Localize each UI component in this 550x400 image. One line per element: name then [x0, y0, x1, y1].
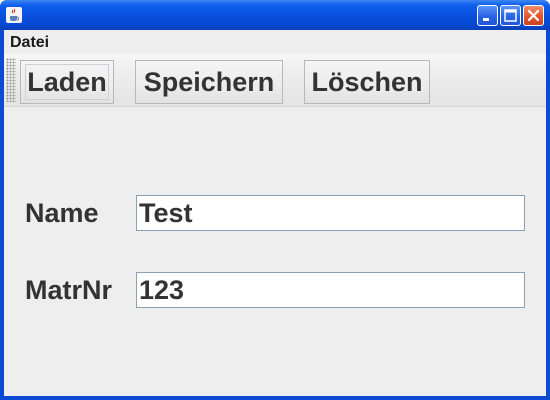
name-label: Name [25, 198, 99, 228]
app-window: Datei Laden Speichern Löschen Name MatrN… [0, 0, 550, 400]
minimize-button[interactable] [477, 5, 498, 26]
loeschen-button[interactable]: Löschen [304, 60, 430, 104]
title-bar[interactable] [0, 0, 550, 30]
speichern-button-label: Speichern [143, 67, 275, 97]
maximize-button[interactable] [500, 5, 521, 26]
laden-button[interactable]: Laden [20, 60, 114, 104]
toolbar: Laden Speichern Löschen [4, 54, 546, 107]
matrnr-field[interactable] [136, 272, 525, 308]
menu-bar: Datei [4, 30, 546, 54]
java-cup-icon[interactable] [6, 7, 22, 23]
toolbar-drag-handle[interactable] [6, 58, 16, 102]
close-icon [527, 9, 540, 22]
speichern-button[interactable]: Speichern [135, 60, 283, 104]
menu-datei[interactable]: Datei [7, 33, 52, 52]
content-pane: Datei Laden Speichern Löschen Name MatrN… [4, 30, 546, 396]
laden-button-label: Laden [27, 67, 107, 97]
name-field[interactable] [136, 195, 525, 231]
minimize-icon [483, 18, 489, 21]
maximize-icon [504, 9, 517, 22]
loeschen-button-label: Löschen [311, 67, 423, 97]
close-button[interactable] [523, 5, 544, 26]
matrnr-label: MatrNr [25, 275, 113, 305]
